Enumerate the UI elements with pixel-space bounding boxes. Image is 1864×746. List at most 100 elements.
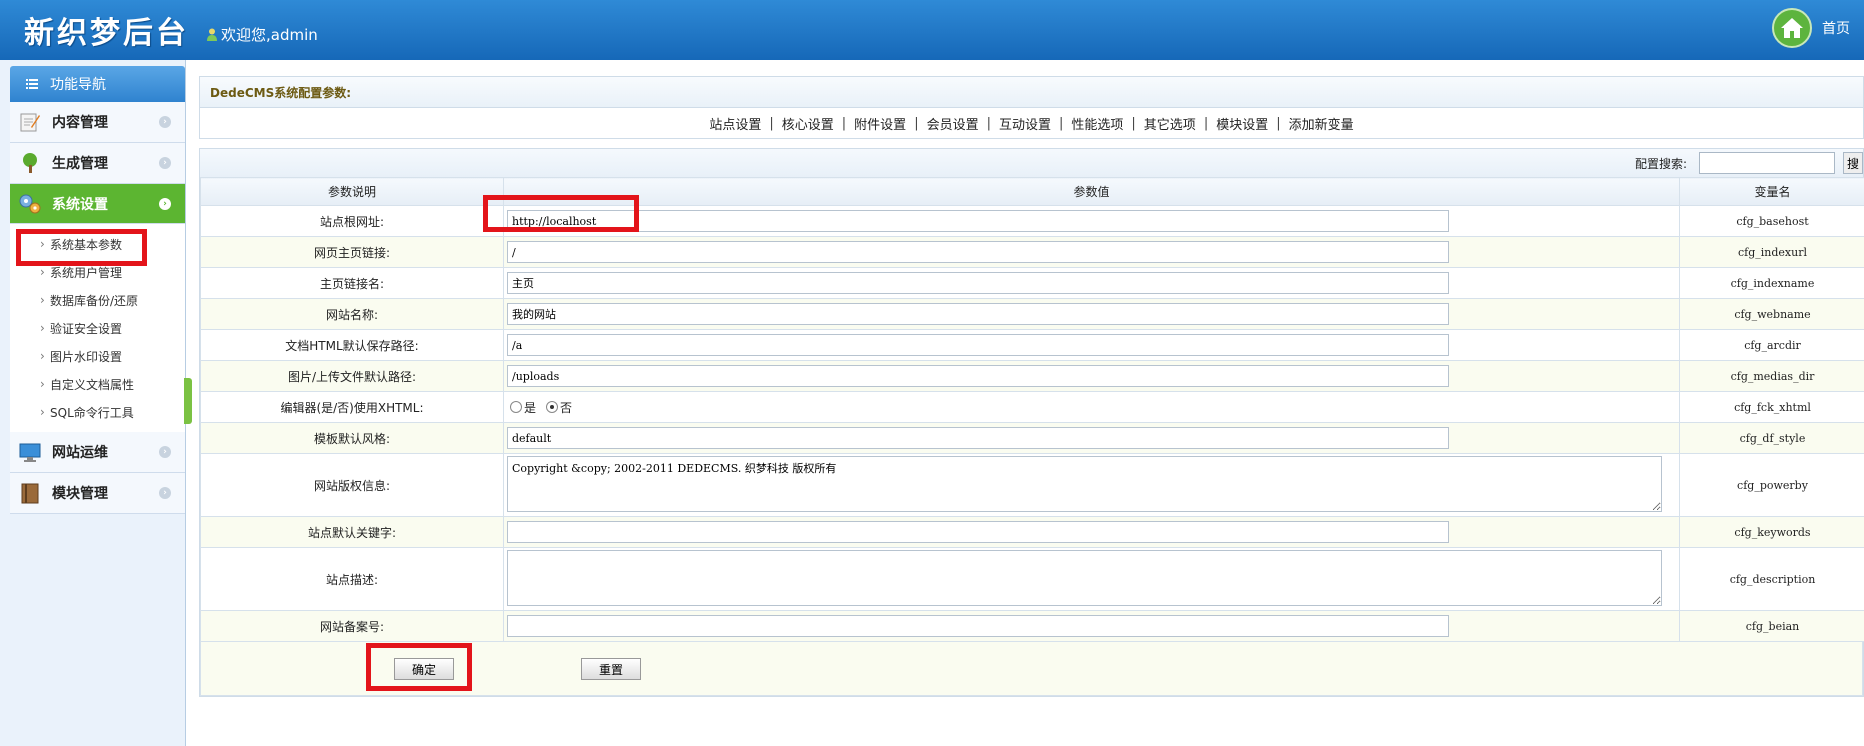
monitor-icon — [18, 440, 42, 464]
submenu-item-db-backup[interactable]: 数据库备份/还原 — [10, 286, 185, 314]
param-label: 站点根网址: — [200, 205, 504, 237]
sidebar-collapse-handle[interactable] — [184, 378, 192, 424]
column-header-description: 参数说明 — [200, 177, 504, 206]
submenu-item-watermark[interactable]: 图片水印设置 — [10, 342, 185, 370]
section-title: DedeCMS系统配置参数: — [199, 76, 1864, 108]
chevron-right-icon: › — [159, 446, 171, 458]
variable-name: cfg_indexurl — [1679, 236, 1864, 268]
variable-name: cfg_medias_dir — [1679, 360, 1864, 392]
indexname-input[interactable] — [507, 272, 1449, 294]
sidebar-item-label: 模块管理 — [52, 486, 108, 502]
arcdir-input[interactable] — [507, 334, 1449, 356]
table-row: 编辑器(是/否)使用XHTML: 是 否 cfg_fck_xhtml — [200, 391, 1864, 423]
chevron-right-icon: › — [159, 198, 171, 210]
sidebar-item-site-ops[interactable]: 网站运维 › — [10, 432, 185, 473]
basehost-input[interactable] — [507, 210, 1449, 232]
tab-performance[interactable]: 性能选项 — [1071, 114, 1123, 133]
submit-button[interactable]: 确定 — [394, 658, 454, 680]
variable-name: cfg_beian — [1679, 610, 1864, 642]
radio-no[interactable] — [546, 401, 559, 413]
keywords-input[interactable] — [507, 521, 1449, 543]
list-icon — [26, 79, 38, 89]
sidebar-item-label: 内容管理 — [52, 115, 108, 131]
submenu-item-custom-attributes[interactable]: 自定义文档属性 — [10, 370, 185, 398]
home-label: 首页 — [1822, 21, 1850, 37]
submenu-item-security[interactable]: 验证安全设置 — [10, 314, 185, 342]
tree-icon — [18, 151, 42, 175]
search-label: 配置搜索: — [1634, 156, 1687, 171]
xhtml-radio-group: 是 否 — [510, 399, 1679, 416]
user-icon — [207, 28, 217, 41]
welcome-label: 欢迎您,admin — [221, 26, 318, 44]
tab-attachment-settings[interactable]: 附件设置 — [854, 114, 906, 133]
home-icon — [1772, 8, 1812, 48]
table-row: 网页主页链接: cfg_indexurl — [200, 236, 1864, 268]
powerby-textarea[interactable]: Copyright &copy; 2002-2011 DEDECMS. 织梦科技… — [507, 455, 1662, 512]
config-search-input[interactable] — [1699, 152, 1835, 174]
medias-dir-input[interactable] — [507, 365, 1449, 387]
sidebar-item-content[interactable]: 内容管理 › — [10, 102, 185, 143]
chevron-right-icon: › — [159, 487, 171, 499]
table-row: 模板默认风格: cfg_df_style — [200, 422, 1864, 454]
description-textarea[interactable] — [507, 549, 1662, 606]
sidebar-item-modules[interactable]: 模块管理 › — [10, 473, 185, 514]
config-table: 参数说明 参数值 变量名 站点根网址: cfg_basehost 网页主页链接:… — [200, 177, 1864, 642]
tab-site-settings[interactable]: 站点设置 — [709, 114, 761, 133]
tab-module-settings[interactable]: 模块设置 — [1216, 114, 1268, 133]
tab-interaction-settings[interactable]: 互动设置 — [999, 114, 1051, 133]
variable-name: cfg_description — [1679, 547, 1864, 611]
variable-name: cfg_powerby — [1679, 453, 1864, 517]
param-label: 站点描述: — [200, 547, 504, 611]
beian-input[interactable] — [507, 615, 1449, 637]
variable-name: cfg_webname — [1679, 298, 1864, 330]
brand-logo: 新织梦后台 — [24, 16, 189, 51]
settings-submenu: 系统基本参数 系统用户管理 数据库备份/还原 验证安全设置 图片水印设置 自定义… — [10, 224, 185, 432]
sidebar-item-generate[interactable]: 生成管理 › — [10, 143, 185, 184]
main-content: DedeCMS系统配置参数: 站点设置 | 核心设置 | 附件设置 | 会员设置 | 互… — [199, 76, 1864, 697]
nav-title: 功能导航 — [50, 77, 106, 93]
tab-other-options[interactable]: 其它选项 — [1144, 114, 1196, 133]
tab-core-settings[interactable]: 核心设置 — [782, 114, 834, 133]
radio-no-label: 否 — [560, 400, 573, 415]
sidebar-item-system-settings[interactable]: 系统设置 › — [10, 184, 185, 224]
table-row: 网站名称: cfg_webname — [200, 298, 1864, 330]
sidebar-item-label: 网站运维 — [52, 445, 108, 461]
notepad-icon — [18, 110, 42, 134]
home-button[interactable]: 首页 — [1772, 8, 1850, 48]
param-label: 网站名称: — [200, 298, 504, 330]
reset-button[interactable]: 重置 — [581, 658, 641, 680]
param-label: 网页主页链接: — [200, 236, 504, 268]
welcome-text: 欢迎您,admin — [207, 24, 318, 45]
tab-add-variable[interactable]: 添加新变量 — [1289, 114, 1354, 133]
radio-yes-label: 是 — [524, 400, 537, 415]
tab-member-settings[interactable]: 会员设置 — [927, 114, 979, 133]
submenu-item-basic-params[interactable]: 系统基本参数 — [10, 230, 185, 258]
chevron-right-icon: › — [159, 157, 171, 169]
variable-name: cfg_basehost — [1679, 205, 1864, 237]
param-label: 文档HTML默认保存路径: — [200, 329, 504, 361]
settings-icon — [18, 192, 42, 216]
param-label: 网站版权信息: — [200, 453, 504, 517]
variable-name: cfg_indexname — [1679, 267, 1864, 299]
search-button[interactable]: 搜 — [1843, 152, 1863, 174]
column-header-variable: 变量名 — [1679, 177, 1864, 206]
form-actions: 确定 重置 — [200, 642, 1863, 696]
submenu-item-sql-tool[interactable]: SQL命令行工具 — [10, 398, 185, 426]
top-bar: 新织梦后台 欢迎您,admin 首页 — [0, 0, 1864, 60]
table-row: 站点根网址: cfg_basehost — [200, 205, 1864, 237]
radio-yes[interactable] — [510, 401, 522, 413]
config-panel: 配置搜索: 搜 参数说明 参数值 变量名 站点根网址: cfg_basehost… — [199, 148, 1864, 697]
variable-name: cfg_keywords — [1679, 516, 1864, 548]
webname-input[interactable] — [507, 303, 1449, 325]
nav-header: 功能导航 — [10, 66, 185, 102]
sidebar-item-label: 生成管理 — [52, 156, 108, 172]
table-row: 网站版权信息: Copyright &copy; 2002-2011 DEDEC… — [200, 453, 1864, 517]
submenu-item-user-management[interactable]: 系统用户管理 — [10, 258, 185, 286]
config-search-bar: 配置搜索: 搜 — [200, 149, 1863, 177]
table-row: 主页链接名: cfg_indexname — [200, 267, 1864, 299]
indexurl-input[interactable] — [507, 241, 1449, 263]
df-style-input[interactable] — [507, 427, 1449, 449]
table-row: 站点描述: cfg_description — [200, 547, 1864, 611]
book-icon — [18, 481, 42, 505]
variable-name: cfg_df_style — [1679, 422, 1864, 454]
